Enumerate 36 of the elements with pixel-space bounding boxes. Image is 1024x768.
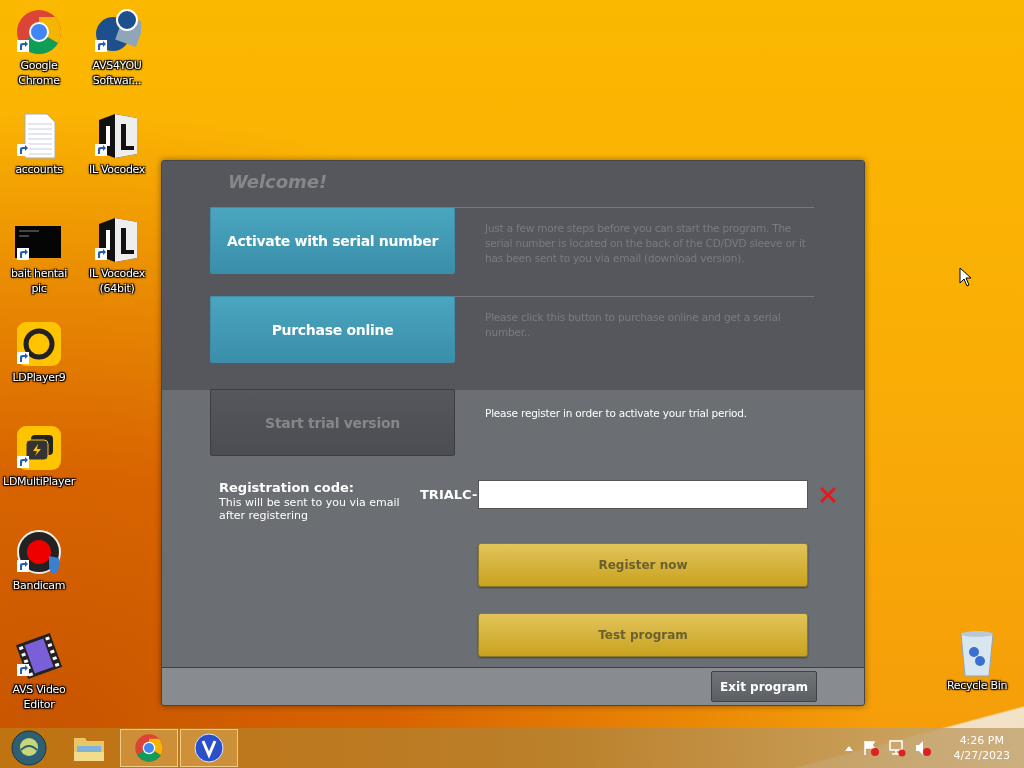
- clock-date[interactable]: 4/27/2023: [953, 748, 1010, 763]
- network-icon[interactable]: [887, 739, 906, 757]
- chrome-icon[interactable]: [134, 733, 164, 763]
- icon-label[interactable]: Recycle Bin: [941, 678, 1013, 693]
- action-button[interactable]: Register now: [478, 543, 808, 587]
- icon-label[interactable]: IL Vocodex: [81, 162, 153, 177]
- icon-label[interactable]: accounts: [3, 162, 75, 177]
- muted-speaker-icon[interactable]: [913, 739, 932, 757]
- code-prefix: TRIALC-: [420, 486, 478, 504]
- v-logo-icon[interactable]: [194, 733, 224, 763]
- exit-button[interactable]: Exit program: [711, 671, 817, 702]
- registration-hint: This will be sent to you via email after registering: [219, 496, 401, 522]
- icon-label[interactable]: LDMultiPlayer: [3, 474, 75, 489]
- icon-label[interactable]: LDPlayer9: [3, 370, 75, 385]
- option-button[interactable]: Activate with serial number: [210, 207, 455, 274]
- start-orb-icon[interactable]: [11, 730, 47, 766]
- icon-label[interactable]: Bandicam: [3, 578, 75, 593]
- clock-time[interactable]: 4:26 PM: [959, 733, 1004, 748]
- record-icon[interactable]: [15, 528, 63, 576]
- flag-icon[interactable]: [861, 739, 880, 757]
- icon-label[interactable]: IL Vocodex (64bit): [81, 266, 153, 296]
- option-description: Please register in order to activate your trial period.: [485, 406, 748, 421]
- icon-label[interactable]: bait hentai pic: [3, 266, 75, 296]
- icon-label[interactable]: AVS4YOU Softwar...: [81, 58, 153, 88]
- recycle-bin-icon[interactable]: [957, 630, 997, 678]
- registration-code-field[interactable]: [478, 480, 808, 509]
- chrome-icon[interactable]: [15, 8, 63, 56]
- play-badge-icon[interactable]: [15, 320, 63, 368]
- icon-label[interactable]: AVS Video Editor: [3, 682, 75, 712]
- registration-label: Registration code:: [219, 480, 356, 496]
- chevron-up-icon[interactable]: [843, 744, 854, 752]
- mouse-pointer-icon: [959, 267, 972, 287]
- action-button[interactable]: Test program: [478, 613, 808, 657]
- icon-label[interactable]: Google Chrome: [3, 58, 75, 88]
- windows-badge-icon[interactable]: [15, 424, 63, 472]
- option-button[interactable]: Purchase online: [210, 296, 455, 363]
